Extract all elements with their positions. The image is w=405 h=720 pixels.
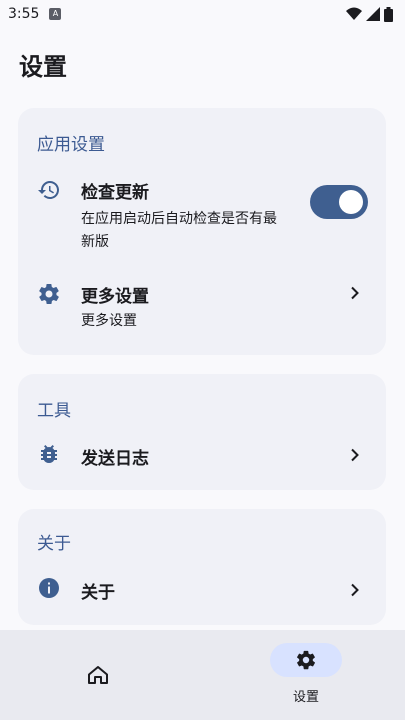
wifi-icon: [346, 7, 362, 20]
notification-icon: A: [49, 8, 62, 20]
chevron-right-icon: [351, 286, 359, 300]
send-log-title: 发送日志: [81, 449, 149, 469]
signal-icon: [366, 7, 380, 21]
app-settings-card: 应用设置 检查更新 在应用启动后自动检查是否有最 新版 更多设置 更多设置: [18, 108, 386, 355]
bug-icon: [41, 445, 57, 463]
section-title-app-settings: 应用设置: [37, 135, 105, 155]
page-title: 设置: [19, 53, 67, 81]
toggle-knob: [339, 190, 363, 214]
info-icon: [39, 578, 59, 598]
check-update-subtitle-line1: 在应用启动后自动检查是否有最: [81, 211, 277, 227]
nav-settings-label: 设置: [292, 690, 319, 705]
tools-card: 工具 发送日志: [18, 374, 386, 490]
more-settings-title: 更多设置: [81, 287, 149, 307]
about-card: 关于 关于: [18, 509, 386, 625]
gear-icon: [39, 283, 59, 305]
status-indicators: [346, 6, 393, 22]
bottom-navigation: 设置: [0, 630, 405, 720]
check-update-title: 检查更新: [81, 183, 149, 203]
nav-home[interactable]: [78, 660, 118, 690]
about-row[interactable]: 关于: [18, 570, 386, 610]
update-history-icon: [38, 181, 59, 199]
gear-icon: [297, 650, 315, 670]
send-log-row[interactable]: 发送日志: [18, 436, 386, 476]
home-icon: [88, 666, 108, 684]
chevron-right-icon: [351, 448, 359, 462]
chevron-right-icon: [351, 583, 359, 597]
more-settings-subtitle: 更多设置: [81, 313, 137, 329]
nav-settings[interactable]: [270, 643, 342, 677]
section-title-about: 关于: [37, 534, 71, 554]
more-settings-row[interactable]: 更多设置 更多设置: [18, 272, 386, 336]
check-update-toggle[interactable]: [310, 185, 368, 219]
check-update-subtitle-line2: 新版: [81, 234, 109, 250]
status-bar: 3:55 A: [0, 0, 405, 28]
status-time: 3:55: [8, 6, 40, 22]
battery-icon: [384, 6, 393, 22]
about-title: 关于: [81, 583, 115, 603]
section-title-tools: 工具: [37, 401, 71, 421]
